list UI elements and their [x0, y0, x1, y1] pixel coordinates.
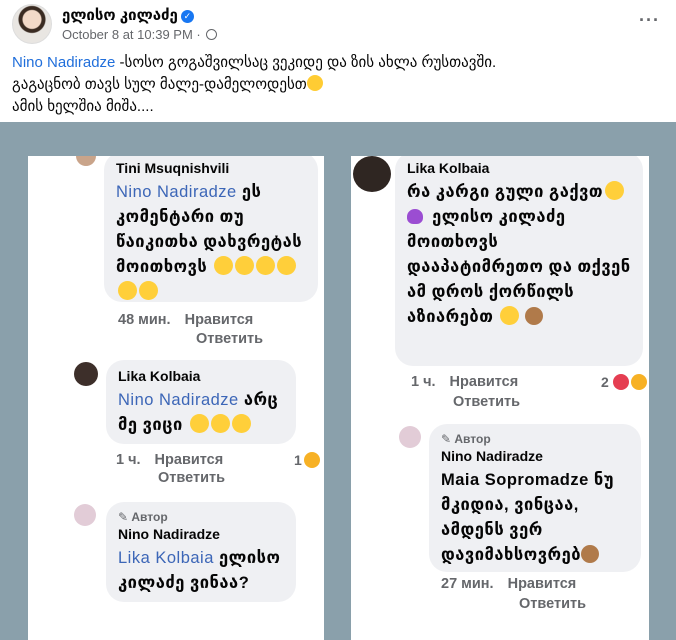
- post-line-2: გაგაცნობ თავს სულ მალე-დამელოდესთ: [12, 76, 307, 93]
- post-line-1: -სოსო გოგაშვილსაც ვეკიდე და ზის ახლა რუს…: [115, 54, 497, 71]
- rofl-emoji-icon: [256, 256, 276, 275]
- post-timestamp[interactable]: October 8 at 10:39 PM: [62, 27, 193, 42]
- love-reaction-icon: [612, 374, 629, 390]
- comment-bubble: ✎ Автор Nino Nadiradze Lika Kolbaia ელის…: [106, 502, 296, 602]
- see-no-evil-monkey-icon: [581, 545, 600, 563]
- grin-emoji-icon: [189, 414, 209, 433]
- comment-actions: 27 мин. Нравится: [441, 576, 590, 592]
- verified-badge-icon: ✓: [180, 10, 194, 23]
- author-avatar[interactable]: [12, 4, 52, 44]
- post-header: ელისო კილაძე ✓ October 8 at 10:39 PM · ··…: [12, 4, 664, 46]
- post-text: Nino Nadiradze -სოსო გოგაშვილსაც ვეკიდე …: [12, 52, 662, 118]
- kiss-emoji-icon: [500, 306, 520, 325]
- wink-emoji-icon: [214, 256, 234, 275]
- reaction-count[interactable]: 2: [601, 374, 647, 390]
- commenter-name[interactable]: Lika Kolbaia: [118, 368, 284, 384]
- like-link[interactable]: Нравится: [185, 312, 254, 328]
- commenter-avatar: [74, 362, 98, 386]
- reply-link[interactable]: Ответить: [196, 331, 263, 347]
- comment-text: Maia Sopromadze ნუ მკიდია, ვინცაა, ამდენ…: [441, 471, 615, 564]
- like-link[interactable]: Нравится: [155, 452, 224, 468]
- commenter-name[interactable]: Nino Nadiradze: [441, 448, 629, 464]
- cowboy-emoji-icon: [306, 75, 323, 91]
- comment-bubble: Tini Msuqnishvili Nino Nadiradze ეს კომე…: [104, 156, 318, 302]
- rofl-emoji-icon: [235, 256, 255, 275]
- rofl-emoji-icon: [118, 281, 137, 300]
- purple-heart-icon: [407, 209, 423, 224]
- like-link[interactable]: Нравится: [508, 576, 577, 592]
- globe-icon: [206, 29, 218, 40]
- like-link[interactable]: Нравится: [450, 374, 519, 390]
- rofl-emoji-icon: [139, 281, 158, 300]
- rofl-emoji-icon: [277, 256, 297, 275]
- reaction-count[interactable]: 1: [294, 452, 320, 468]
- comment-time: 1 ч.: [411, 374, 436, 390]
- comment-actions: 48 мин. Нравится: [118, 312, 267, 328]
- screenshot-right: Lika Kolbaia რა კარგი გული გაქვთ ელისო კ…: [351, 156, 649, 640]
- screenshot-left: Tini Msuqnishvili Nino Nadiradze ეს კომე…: [28, 156, 324, 640]
- comment-actions: 1 ч. Нравится: [116, 452, 237, 468]
- comment-time: 27 мин.: [441, 576, 494, 592]
- grin-emoji-icon: [210, 414, 230, 433]
- comment-bubble: Lika Kolbaia რა კარგი გული გაქვთ ელისო კ…: [395, 156, 643, 366]
- comment-text: რა კარგი გული გაქვთ ელისო კილაძე მოითხოვ…: [407, 181, 631, 326]
- reply-link[interactable]: Ответить: [158, 470, 225, 486]
- comment-time: 1 ч.: [116, 452, 141, 468]
- comment-text: Lika Kolbaia ელისო კილაძე ვინაა?: [118, 549, 281, 592]
- laugh-reaction-icon: [303, 452, 320, 468]
- commenter-avatar: [74, 504, 96, 526]
- grin-emoji-icon: [231, 414, 251, 433]
- commenter-avatar: [399, 426, 421, 448]
- commenter-name[interactable]: Tini Msuqnishvili: [116, 160, 306, 176]
- starstruck-emoji-icon: [605, 181, 625, 200]
- commenter-avatar: [353, 156, 391, 192]
- reply-link[interactable]: Ответить: [453, 394, 520, 410]
- author-tag: ✎ Автор: [118, 510, 168, 524]
- post-meta: October 8 at 10:39 PM ·: [62, 27, 218, 42]
- comment-time: 48 мин.: [118, 312, 171, 328]
- commenter-name[interactable]: Lika Kolbaia: [407, 160, 631, 176]
- author-tag: ✎ Автор: [441, 432, 491, 446]
- commenter-avatar: [76, 156, 96, 166]
- post-mention-link[interactable]: Nino Nadiradze: [12, 54, 115, 71]
- laugh-reaction-icon: [630, 374, 647, 390]
- meta-separator: ·: [196, 27, 201, 42]
- comment-actions: 1 ч. Нравится: [411, 374, 532, 390]
- more-options-icon[interactable]: ···: [639, 10, 660, 31]
- comment-text: Nino Nadiradze ეს კომენტარი თუ წაიკითხა …: [116, 180, 306, 305]
- comment-text: Nino Nadiradze არც მე ვიცი: [118, 391, 279, 434]
- see-no-evil-monkey-icon: [524, 307, 543, 325]
- post-photo[interactable]: Tini Msuqnishvili Nino Nadiradze ეს კომე…: [0, 122, 676, 640]
- mention-link[interactable]: Lika Kolbaia: [118, 549, 214, 567]
- comment-bubble: Lika Kolbaia Nino Nadiradze არც მე ვიცი: [106, 360, 296, 444]
- post-line-3: ამის ხელშია მიშა....: [12, 98, 154, 115]
- comment-bubble: ✎ Автор Nino Nadiradze Maia Sopromadze ნ…: [429, 424, 641, 572]
- mention-link[interactable]: Nino Nadiradze: [116, 183, 237, 201]
- commenter-name[interactable]: Nino Nadiradze: [118, 526, 284, 542]
- mention-link[interactable]: Nino Nadiradze: [118, 391, 239, 409]
- reply-link[interactable]: Ответить: [519, 596, 586, 612]
- post-author[interactable]: ელისო კილაძე ✓: [62, 6, 194, 24]
